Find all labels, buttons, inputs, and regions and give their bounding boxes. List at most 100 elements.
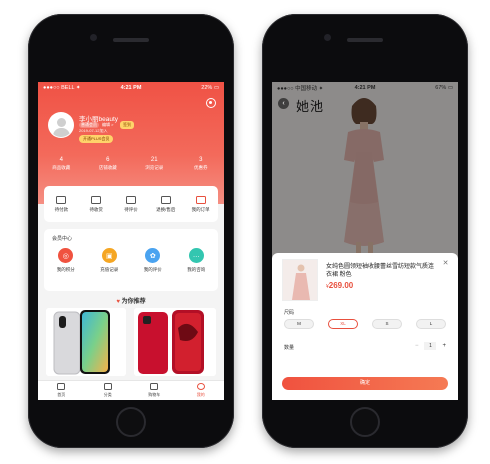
points-icon: ◎: [58, 248, 74, 263]
wallet-icon: [56, 195, 67, 204]
vip-button[interactable]: 开通PLUS会员: [79, 135, 114, 143]
tab-label: 首页: [57, 391, 66, 397]
stat-label: 商品收藏: [52, 165, 71, 170]
phone-camera: [90, 34, 97, 41]
iphone-x-image: [46, 308, 126, 376]
stat-history[interactable]: 21 浏览记录: [131, 157, 178, 171]
stat-label: 优惠券: [194, 165, 208, 170]
product-card-iphone-xr[interactable]: [134, 308, 216, 376]
member-items-row: ◎ 我的积分 ▣ 充值记录 ✿ 我的评价 … 我的咨询: [44, 248, 218, 273]
stat-label: 浏览记录: [145, 165, 164, 170]
phone-speaker: [113, 38, 149, 42]
tab-category[interactable]: 分类: [85, 381, 132, 400]
product-price: ¥269.00: [326, 281, 353, 290]
quantity-value[interactable]: 1: [424, 342, 437, 350]
order-label: 待评价: [124, 206, 138, 212]
size-option-m[interactable]: M: [284, 319, 314, 329]
profile-screen: ●●●○○ BELL ✦ 4:21 PM 22% ▭ 李小丽beauty 普通会…: [38, 82, 224, 400]
product-card-iphone-x[interactable]: [46, 308, 126, 376]
cart-icon: [150, 383, 159, 391]
bottom-tab-bar: 首页 分类 购物车 我的: [38, 380, 224, 400]
heart-icon: ♥: [116, 299, 120, 305]
stat-number: 6: [106, 157, 110, 163]
member-consult[interactable]: … 我的咨询: [175, 248, 219, 273]
member-item-label: 我的咨询: [187, 267, 206, 272]
confirm-button[interactable]: 确定: [282, 377, 448, 390]
phone-frame-right: ●●●○○ 中国移动 ✦ 4:21 PM 67% ▭ ‹ 她池 女纯色圆领短袖收…: [262, 14, 468, 448]
order-pending-review[interactable]: 待评价: [114, 195, 149, 213]
stat-favorites[interactable]: 4 商品收藏: [38, 157, 85, 171]
size-option-s[interactable]: S: [372, 319, 402, 329]
recommend-heading: ♥ 为你推荐: [38, 296, 224, 305]
member-item-label: 我的评价: [143, 267, 162, 272]
phone-speaker: [347, 38, 383, 42]
close-icon[interactable]: ✕: [441, 259, 450, 268]
price-value: 269.00: [328, 281, 354, 290]
stat-number: 21: [150, 157, 158, 163]
stat-coupons[interactable]: 3 优惠券: [178, 157, 225, 171]
recommend-title: 为你推荐: [121, 299, 146, 305]
order-all[interactable]: 我的订单: [183, 195, 218, 213]
member-item-label: 我的积分: [56, 267, 75, 272]
brand-logo: 她池: [296, 100, 325, 115]
stat-shops[interactable]: 6 店铺收藏: [85, 157, 132, 171]
status-bar: ●●●○○ BELL ✦ 4:21 PM 22% ▭: [38, 82, 224, 94]
tab-label: 我的: [196, 391, 205, 397]
order-pending-payment[interactable]: 待付款: [44, 195, 79, 213]
clock-text: 4:21 PM: [120, 85, 142, 91]
review-icon: ✿: [145, 248, 161, 263]
member-center-title: 会员中心: [52, 236, 73, 242]
member-points[interactable]: ◎ 我的积分: [44, 248, 88, 273]
order-pending-receipt[interactable]: 待收货: [79, 195, 114, 213]
order-label: 待收货: [89, 206, 103, 212]
home-button[interactable]: [350, 407, 380, 437]
join-date: 2019-07-12加入: [79, 128, 108, 133]
size-option-l[interactable]: L: [416, 319, 446, 329]
home-button[interactable]: [116, 407, 146, 437]
stat-number: 3: [199, 157, 203, 163]
minus-icon[interactable]: −: [415, 343, 419, 349]
member-center-card: 会员中心 ◎ 我的积分 ▣ 充值记录 ✿ 我的评价 … 我的咨询: [44, 229, 218, 291]
checkin-button[interactable]: 签到: [120, 121, 134, 129]
member-item-label: 充值记录: [100, 267, 119, 272]
order-returns[interactable]: 退换/售后: [148, 195, 183, 213]
product-thumbnail: [282, 259, 318, 301]
user-icon: [196, 383, 205, 391]
status-bar: ●●●○○ 中国移动 ✦ 4:21 PM 67% ▭: [272, 82, 458, 94]
battery-text: 22% ▭: [201, 85, 220, 91]
clock-text: 4:21 PM: [354, 85, 376, 91]
stat-label: 店铺收藏: [98, 165, 117, 170]
battery-text: 67% ▭: [435, 85, 454, 91]
product-screen: ●●●○○ 中国移动 ✦ 4:21 PM 67% ▭ ‹ 她池 女纯色圆领短袖收…: [272, 82, 458, 400]
tab-cart[interactable]: 购物车: [131, 381, 178, 400]
product-name: 女纯色圆领短袖收腰蕾丝雪纺短款气质连衣裙 粉色: [326, 264, 435, 278]
member-reviews[interactable]: ✿ 我的评价: [131, 248, 175, 273]
clipboard-icon: [195, 195, 206, 204]
plus-icon[interactable]: +: [442, 343, 446, 349]
tab-mine[interactable]: 我的: [178, 381, 225, 400]
chat-icon: …: [188, 248, 204, 263]
size-label: 尺码: [284, 310, 295, 316]
stats-row: 4 商品收藏 6 店铺收藏 21 浏览记录 3 优惠券: [38, 157, 224, 171]
box-icon: [91, 195, 102, 204]
sku-sheet: 女纯色圆领短袖收腰蕾丝雪纺短款气质连衣裙 粉色 ¥269.00 ✕ 尺码 M X…: [272, 253, 458, 400]
order-label: 退换/售后: [156, 206, 176, 212]
back-icon[interactable]: ‹: [278, 98, 289, 109]
tab-label: 购物车: [148, 391, 161, 397]
carrier-text: ●●●○○ 中国移动 ✦: [277, 86, 324, 92]
order-label: 我的订单: [191, 206, 210, 212]
quantity-label: 数量: [284, 345, 295, 351]
avatar[interactable]: [48, 112, 74, 138]
recharge-icon: ▣: [101, 248, 117, 263]
tab-home[interactable]: 首页: [38, 381, 85, 400]
phone-camera: [324, 34, 331, 41]
carrier-text: ●●●○○ BELL ✦: [43, 85, 81, 91]
mockup-stage: ●●●○○ BELL ✦ 4:21 PM 22% ▭ 李小丽beauty 普通会…: [0, 0, 490, 464]
home-icon: [57, 383, 66, 391]
member-recharge[interactable]: ▣ 充值记录: [88, 248, 132, 273]
iphone-xr-image: [134, 308, 216, 376]
orders-card: 待付款 待收货 待评价 退换/售后 我的订单: [44, 186, 218, 222]
gear-icon[interactable]: [206, 98, 216, 108]
size-option-xl[interactable]: XL: [328, 319, 358, 329]
comment-icon: [125, 195, 136, 204]
